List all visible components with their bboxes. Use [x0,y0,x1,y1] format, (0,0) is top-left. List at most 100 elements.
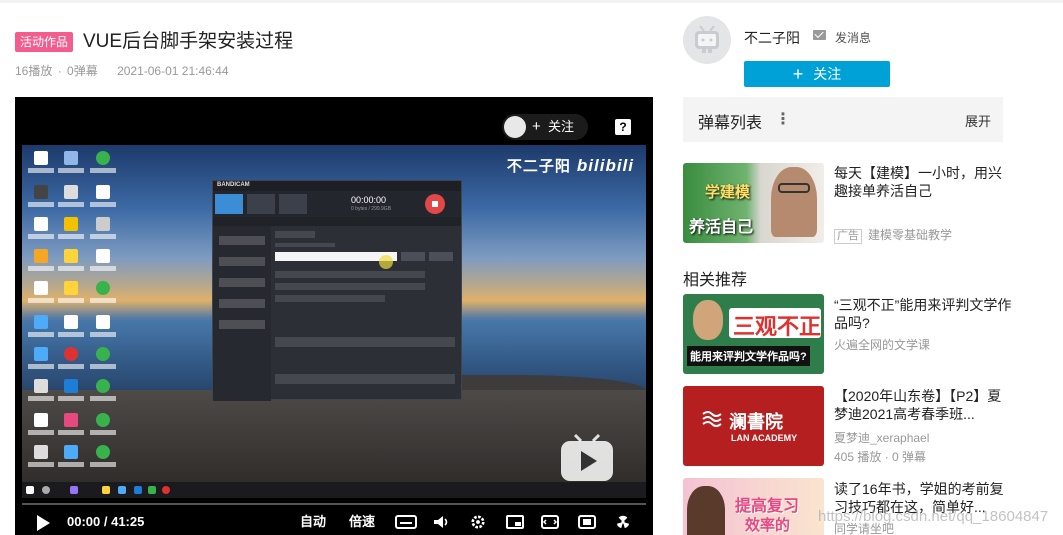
more-options-icon[interactable]: ⋮ [775,109,791,129]
follow-label: 关注 [813,66,842,82]
danmaku-count: 0弹幕 [67,64,98,78]
fullscreen-icon[interactable] [578,515,596,529]
desktop-file-icon [58,281,84,307]
desktop-file-icon [28,379,54,405]
glasses-icon [778,183,810,193]
ad-source[interactable]: 建模零基础教学 [868,228,952,242]
help-icon[interactable]: ? [615,119,631,135]
desktop-file-icon [28,315,54,341]
progress-bar[interactable] [22,503,646,505]
rec-person [693,300,723,340]
play-icon[interactable] [37,515,50,531]
plus-icon: + [792,64,804,84]
desktop-chrome-icon [58,347,84,373]
desktop-recycle-icon [58,151,84,177]
ad-thumb-text-1: 学建模 [705,184,751,201]
bandicam-size: 0 bytes / 299.9GB [351,206,392,212]
ad-thumb-text-2: 养活自己 [689,219,754,236]
player-follow-button[interactable]: + 关注 [502,114,588,140]
start-icon [26,486,34,494]
desktop-file-icon [58,413,84,439]
desktop-star-icon [58,217,84,243]
cursor-highlight [379,255,393,269]
desktop-file-icon [58,445,84,471]
video-meta: 16播放 · 0弹幕 2021-06-01 21:46:44 [15,64,229,78]
desktop-file-icon [28,347,54,373]
desktop-app-icon [90,445,116,471]
bandicam-titlebar: BANDICAM [213,181,461,191]
desktop-file-icon [90,185,116,211]
rec-thumbnail-3[interactable]: 提高复习 效率的 [683,478,824,535]
quality-button[interactable]: 自动 [300,514,326,530]
mail-icon[interactable] [813,30,826,40]
uploader-avatar[interactable] [683,16,731,64]
speed-button[interactable]: 倍速 [349,514,375,530]
desktop-file-icon [58,185,84,211]
rec-thumb-text-5: 提高复习 [735,498,800,515]
video-frame[interactable]: 不二子阳 bilibili BANDICAM 00:00:00 0 bytes /… [22,145,646,498]
player-controls: 00:00 / 41:25 自动 倍速 [15,509,653,535]
desktop-file-icon [28,185,54,211]
taskbar-search-icon [42,486,50,494]
desktop-app-icon [90,413,116,439]
bilibili-logo: bilibili [576,156,634,175]
rec-author-1[interactable]: 火遍全网的文学课 [834,338,930,352]
taskbar-app-icon [70,486,78,494]
desktop-file-icon [58,249,84,275]
radiation-icon[interactable] [615,515,631,529]
page-watermark: https://blog.csdn.net/qq_18604847 [818,508,1049,525]
default-avatar-icon [695,25,719,53]
bandicam-sidebar [213,226,271,401]
bandicam-settings [275,231,457,389]
rec-thumbnail-2[interactable]: 澜書院 LAN ACADEMY [683,386,824,466]
settings-icon[interactable] [470,515,486,529]
volume-icon[interactable] [433,515,449,529]
rec-thumb-text-4: LAN ACADEMY [731,433,798,443]
pip-icon[interactable] [506,515,524,529]
desktop-app-icon [90,281,116,307]
windows-taskbar [22,482,646,498]
uploader-name[interactable]: 不二子阳 [744,28,800,48]
send-message-link[interactable]: 发消息 [835,29,871,46]
ad-person [771,167,817,237]
desktop-file-icon [58,315,84,341]
player-follow-label: 关注 [548,119,575,134]
desktop-file-icon [90,217,116,243]
desktop-app-icon [90,379,116,405]
rec-title-1[interactable]: “三观不正”能用来评判文学作品吗? [834,296,1014,332]
ad-meta: 广告 建模零基础教学 [834,228,952,244]
desktop-file-icon [58,379,84,405]
danmaku-list-header[interactable]: 弹幕列表 ⋮ 展开 [683,97,1003,142]
subtitle-icon[interactable] [395,515,417,529]
screen-mode-icon [215,194,243,214]
ad-thumbnail[interactable]: 学建模 养活自己 [683,163,824,243]
follow-button[interactable]: + 关注 [744,61,890,87]
rec-thumb-text-6: 效率的 [745,517,791,534]
desktop-file-icon [90,249,116,275]
time-current: 00:00 [67,514,101,529]
ad-title[interactable]: 每天【建模】一小时，用兴趣接单养活自己 [834,164,1014,200]
taskbar-folder-icon [102,486,110,494]
expand-button[interactable]: 展开 [965,111,991,130]
rec-thumbnail-1[interactable]: 三观不正 能用来评判文学作品吗? [683,294,824,374]
record-icon [425,194,445,214]
widescreen-icon[interactable] [541,515,559,529]
tv-logo-icon [561,433,613,481]
desktop-file-icon [28,217,54,243]
bandicam-brand: BANDICAM [217,182,250,188]
video-player[interactable]: 不二子阳 bilibili BANDICAM 00:00:00 0 bytes /… [15,97,653,535]
danmaku-list-title: 弹幕列表 [698,115,763,132]
rec-stats-2: 405 播放 · 0 弹幕 [834,450,927,464]
activity-tag[interactable]: 活动作品 [15,32,74,52]
rec-title-2[interactable]: 【2020年山东卷】【P2】夏梦迪2021高考春季班... [834,387,1014,423]
top-divider [0,0,1063,3]
rec-person [687,486,725,535]
desktop-file-icon [28,151,54,177]
desktop-file-icon [90,315,116,341]
plus-icon: + [532,118,541,135]
ad-badge: 广告 [834,229,862,244]
rec-author-2[interactable]: 夏梦迪_xeraphael [834,431,929,445]
bandicam-timer: 00:00:00 [351,195,387,205]
video-watermark: 不二子阳 bilibili [507,155,634,176]
taskbar-app-icon [148,486,156,494]
